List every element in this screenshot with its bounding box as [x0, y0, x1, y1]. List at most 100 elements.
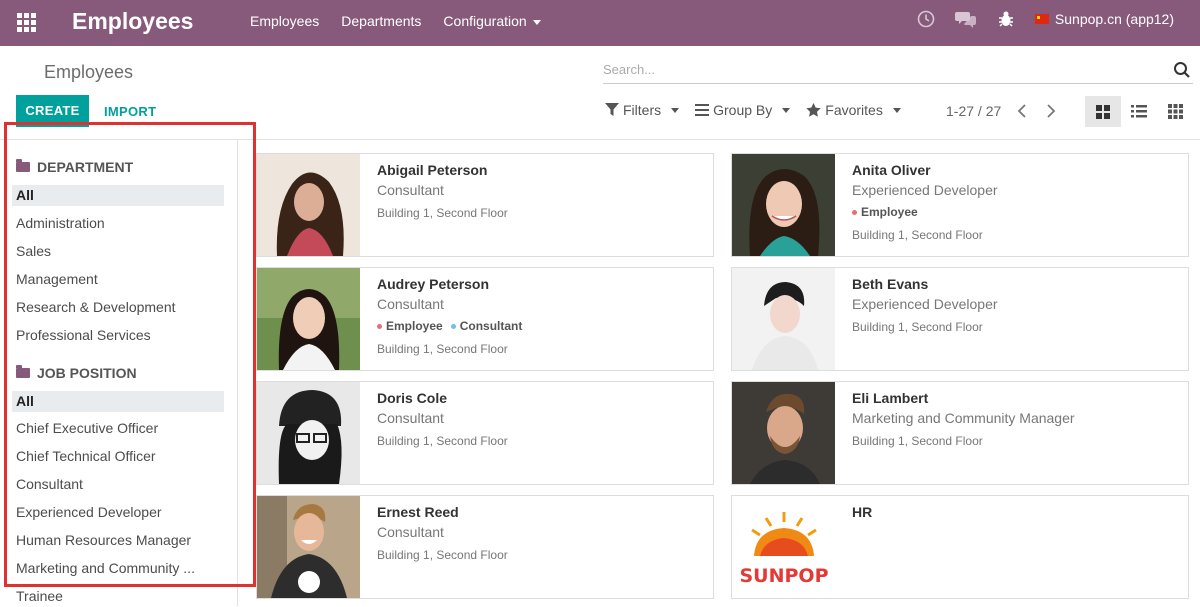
- chevron-down-icon: [532, 19, 541, 25]
- employee-photo: [257, 496, 360, 598]
- favorites-label: Favorites: [825, 102, 883, 118]
- company-logo: SUNPOP: [732, 496, 835, 598]
- chevron-left-icon[interactable]: [1017, 104, 1027, 123]
- filters-label: Filters: [623, 102, 662, 118]
- search-icon[interactable]: [1173, 61, 1191, 84]
- employee-name: Beth Evans: [852, 276, 929, 292]
- employee-location: Building 1, Second Floor: [852, 228, 983, 242]
- employee-job: Consultant: [377, 524, 444, 540]
- department-item-professional-services[interactable]: Professional Services: [12, 325, 224, 346]
- department-item-research-development[interactable]: Research & Development: [12, 297, 224, 318]
- employee-tags: Employee Consultant: [377, 319, 522, 333]
- employee-name: HR: [852, 504, 873, 520]
- tag-dot-icon: [450, 323, 456, 329]
- tag-label: Consultant: [459, 319, 523, 333]
- job-item-ceo[interactable]: Chief Executive Officer: [12, 418, 224, 439]
- pager-value[interactable]: 1-27 / 27: [946, 103, 1001, 119]
- employee-card[interactable]: Ernest Reed Consultant Building 1, Secon…: [256, 495, 714, 599]
- employee-name: Ernest Reed: [377, 504, 459, 520]
- tag-employee: Employee: [852, 205, 918, 219]
- search-input[interactable]: [603, 58, 1143, 80]
- list-icon: [1131, 105, 1147, 118]
- chat-icon[interactable]: [954, 10, 977, 28]
- job-title-label: JOB POSITION: [37, 365, 137, 381]
- filter-icon: [605, 103, 619, 116]
- company-flag-icon: [1034, 14, 1049, 24]
- menu-configuration-label: Configuration: [443, 13, 527, 29]
- apps-menu-icon[interactable]: [17, 13, 36, 32]
- employee-job: Experienced Developer: [852, 182, 998, 198]
- employee-photo: [732, 382, 835, 484]
- clock-icon[interactable]: [917, 10, 935, 28]
- department-section-title: DEPARTMENT: [16, 159, 133, 175]
- tag-dot-icon: [377, 323, 382, 329]
- department-title-label: DEPARTMENT: [37, 159, 134, 175]
- employee-photo: [257, 382, 360, 484]
- chevron-down-icon: [892, 107, 901, 113]
- employee-card[interactable]: Audrey Peterson Consultant Employee Cons…: [256, 267, 714, 371]
- menu-configuration[interactable]: Configuration: [443, 13, 541, 29]
- menu-employees[interactable]: Employees: [250, 13, 319, 29]
- department-item-sales[interactable]: Sales: [12, 241, 224, 262]
- department-item-management[interactable]: Management: [12, 269, 224, 290]
- group-by-dropdown[interactable]: Group By: [695, 102, 791, 118]
- department-item-administration[interactable]: Administration: [12, 213, 224, 234]
- kanban-view-button[interactable]: [1085, 96, 1121, 127]
- job-item-experienced-developer[interactable]: Experienced Developer: [12, 502, 224, 523]
- company-switcher[interactable]: Sunpop.cn (app12): [1034, 11, 1174, 27]
- favorites-dropdown[interactable]: Favorites: [806, 102, 901, 118]
- employee-name: Anita Oliver: [852, 162, 931, 178]
- job-item-cto[interactable]: Chief Technical Officer: [12, 446, 224, 467]
- employee-card[interactable]: SUNPOP HR: [731, 495, 1189, 599]
- company-name: Sunpop.cn (app12): [1054, 11, 1174, 27]
- job-item-marketing[interactable]: Marketing and Community ...: [12, 558, 224, 579]
- employee-card[interactable]: Abigail Peterson Consultant Building 1, …: [256, 153, 714, 257]
- job-item-consultant[interactable]: Consultant: [12, 474, 224, 495]
- main-menu: Employees Departments Configuration: [250, 13, 541, 29]
- import-button[interactable]: IMPORT: [104, 104, 156, 119]
- group-by-icon: [695, 104, 710, 116]
- group-by-label: Group By: [713, 102, 773, 118]
- employee-photo: [732, 154, 835, 256]
- search-options: Filters Group By Favorites: [605, 102, 901, 118]
- filters-dropdown[interactable]: Filters: [605, 102, 680, 118]
- kanban-icon: [1096, 104, 1110, 119]
- job-item-hr-manager[interactable]: Human Resources Manager: [12, 530, 224, 551]
- grid-icon: [1167, 104, 1183, 119]
- employee-card[interactable]: Doris Cole Consultant Building 1, Second…: [256, 381, 714, 485]
- list-view-button[interactable]: [1121, 96, 1157, 127]
- employee-photo: [257, 268, 360, 370]
- employee-name: Doris Cole: [377, 390, 448, 406]
- chevron-right-icon[interactable]: [1046, 104, 1056, 123]
- app-brand[interactable]: Employees: [72, 8, 193, 35]
- employee-name: Abigail Peterson: [377, 162, 488, 178]
- chevron-down-icon: [782, 107, 791, 113]
- create-button[interactable]: CREATE: [16, 95, 89, 127]
- job-item-all[interactable]: All: [12, 391, 224, 412]
- folder-icon: [16, 365, 30, 378]
- employee-name: Eli Lambert: [852, 390, 929, 406]
- employee-location: Building 1, Second Floor: [377, 206, 508, 220]
- employee-job: Marketing and Community Manager: [852, 410, 1075, 426]
- tag-dot-icon: [852, 209, 857, 215]
- star-icon: [806, 103, 821, 117]
- job-item-trainee[interactable]: Trainee: [12, 586, 224, 607]
- menu-departments[interactable]: Departments: [341, 13, 421, 29]
- top-navbar: Employees Employees Departments Configur…: [0, 0, 1200, 46]
- employee-location: Building 1, Second Floor: [377, 548, 508, 562]
- filter-sidebar: DEPARTMENT All Administration Sales Mana…: [0, 140, 238, 606]
- employee-card[interactable]: Anita Oliver Experienced Developer Emplo…: [731, 153, 1189, 257]
- tag-label: Employee: [386, 319, 443, 333]
- systray: Sunpop.cn (app12): [917, 10, 1174, 28]
- employee-photo: [732, 268, 835, 370]
- employee-job: Experienced Developer: [852, 296, 998, 312]
- employee-name: Audrey Peterson: [377, 276, 490, 292]
- department-item-all[interactable]: All: [12, 185, 224, 206]
- employee-job: Consultant: [377, 296, 444, 312]
- chevron-down-icon: [671, 107, 680, 113]
- view-switcher: [1085, 96, 1193, 127]
- employee-card[interactable]: Eli Lambert Marketing and Community Mana…: [731, 381, 1189, 485]
- bug-icon[interactable]: [997, 10, 1015, 28]
- grid-view-button[interactable]: [1157, 96, 1193, 127]
- employee-card[interactable]: Beth Evans Experienced Developer Buildin…: [731, 267, 1189, 371]
